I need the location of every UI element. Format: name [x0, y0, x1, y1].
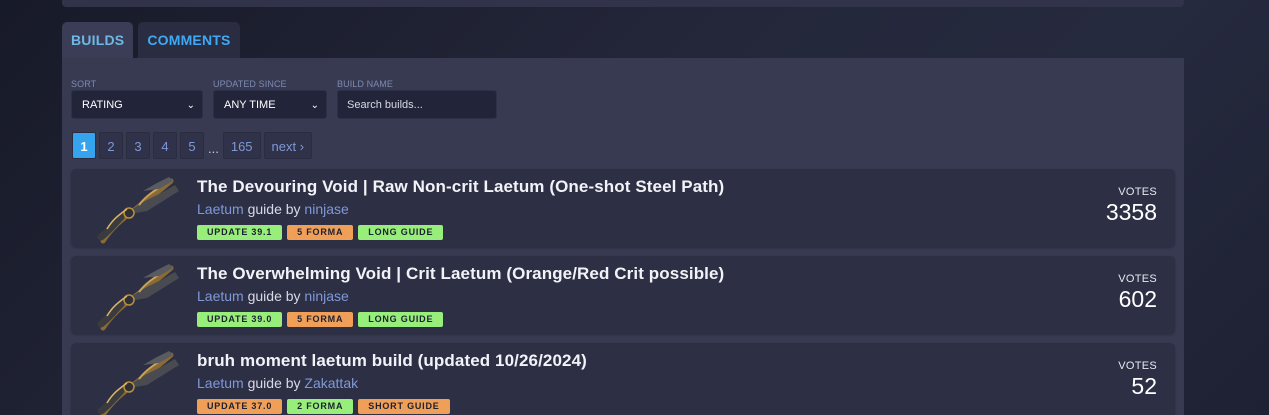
- laetum-weapon-image: [97, 351, 179, 415]
- votes-count: 602: [1118, 286, 1157, 312]
- votes-count: 52: [1131, 373, 1157, 399]
- page-button-1[interactable]: 1: [72, 132, 96, 159]
- tab-builds[interactable]: BUILDS: [62, 22, 134, 58]
- laetum-weapon-image: [97, 177, 179, 244]
- tab-bar: BUILDS COMMENTS: [62, 22, 245, 58]
- build-card[interactable]: bruh moment laetum build (updated 10/26/…: [71, 343, 1175, 415]
- build-name-filter: BUILD NAME: [337, 79, 497, 119]
- sort-label: SORT: [71, 79, 97, 89]
- weapon-link[interactable]: Laetum: [197, 375, 244, 391]
- build-card[interactable]: The Overwhelming Void | Crit Laetum (Ora…: [71, 256, 1175, 334]
- build-meta: Laetum guide by ninjase: [197, 288, 349, 304]
- tag-guide-length: LONG GUIDE: [358, 312, 444, 327]
- weapon-link[interactable]: Laetum: [197, 201, 244, 217]
- pagination: 1 2 3 4 5 ... 165 next ›: [72, 132, 315, 159]
- author-link[interactable]: ninjase: [304, 201, 348, 217]
- build-tags: UPDATE 37.0 2 FORMA SHORT GUIDE: [197, 399, 455, 414]
- pagination-ellipsis: ...: [208, 141, 219, 156]
- page-button-2[interactable]: 2: [99, 132, 123, 159]
- laetum-weapon-image: [97, 264, 179, 331]
- build-meta: Laetum guide by Zakattak: [197, 375, 358, 391]
- votes-label: VOTES: [1118, 273, 1157, 285]
- tab-comments[interactable]: COMMENTS: [138, 22, 240, 58]
- build-title[interactable]: The Overwhelming Void | Crit Laetum (Ora…: [197, 264, 724, 284]
- guide-by-text: guide by: [247, 375, 301, 391]
- tag-update: UPDATE 39.1: [197, 225, 283, 240]
- tag-update: UPDATE 37.0: [197, 399, 283, 414]
- tag-guide-length: LONG GUIDE: [358, 225, 444, 240]
- tag-forma: 5 FORMA: [287, 225, 354, 240]
- page: BUILDS COMMENTS SORT RATING ⌄ UPDATED SI…: [0, 0, 1269, 415]
- build-title[interactable]: bruh moment laetum build (updated 10/26/…: [197, 351, 587, 371]
- votes-count: 3358: [1105, 199, 1157, 225]
- build-meta: Laetum guide by ninjase: [197, 201, 349, 217]
- top-panel-edge: [62, 0, 1184, 7]
- tag-guide-length: SHORT GUIDE: [358, 399, 450, 414]
- updated-since-filter: UPDATED SINCE ANY TIME ⌄: [213, 79, 327, 119]
- tag-update: UPDATE 39.0: [197, 312, 283, 327]
- weapon-link[interactable]: Laetum: [197, 288, 244, 304]
- author-link[interactable]: Zakattak: [304, 375, 358, 391]
- build-title[interactable]: The Devouring Void | Raw Non-crit Laetum…: [197, 177, 724, 197]
- build-list: The Devouring Void | Raw Non-crit Laetum…: [71, 169, 1175, 415]
- filter-bar: SORT RATING ⌄ UPDATED SINCE ANY TIME ⌄ B…: [71, 79, 507, 119]
- tag-forma: 5 FORMA: [287, 312, 354, 327]
- votes: VOTES 602: [1118, 273, 1157, 312]
- sort-filter: SORT RATING ⌄: [71, 79, 203, 119]
- votes-label: VOTES: [1118, 186, 1157, 198]
- votes: VOTES 52: [1118, 360, 1157, 399]
- votes: VOTES 3358: [1106, 186, 1157, 225]
- guide-by-text: guide by: [247, 288, 301, 304]
- build-tags: UPDATE 39.1 5 FORMA LONG GUIDE: [197, 225, 448, 240]
- page-button-last[interactable]: 165: [222, 132, 261, 159]
- build-tags: UPDATE 39.0 5 FORMA LONG GUIDE: [197, 312, 448, 327]
- chevron-down-icon: ⌄: [310, 100, 319, 111]
- author-link[interactable]: ninjase: [304, 288, 348, 304]
- build-card[interactable]: The Devouring Void | Raw Non-crit Laetum…: [71, 169, 1175, 247]
- builds-panel: SORT RATING ⌄ UPDATED SINCE ANY TIME ⌄ B…: [62, 58, 1184, 415]
- chevron-down-icon: ⌄: [186, 100, 195, 111]
- build-name-label: BUILD NAME: [337, 79, 394, 89]
- page-button-3[interactable]: 3: [126, 132, 150, 159]
- page-button-5[interactable]: 5: [180, 132, 204, 159]
- guide-by-text: guide by: [247, 201, 301, 217]
- sort-select[interactable]: RATING ⌄: [71, 90, 203, 119]
- tag-forma: 2 FORMA: [287, 399, 354, 414]
- sort-value: RATING: [82, 99, 123, 111]
- updated-since-value: ANY TIME: [224, 99, 276, 111]
- page-button-4[interactable]: 4: [153, 132, 177, 159]
- updated-since-label: UPDATED SINCE: [213, 79, 287, 89]
- build-search-input[interactable]: [337, 90, 497, 119]
- updated-since-select[interactable]: ANY TIME ⌄: [213, 90, 327, 119]
- next-page-button[interactable]: next ›: [263, 132, 313, 159]
- votes-label: VOTES: [1118, 360, 1157, 372]
